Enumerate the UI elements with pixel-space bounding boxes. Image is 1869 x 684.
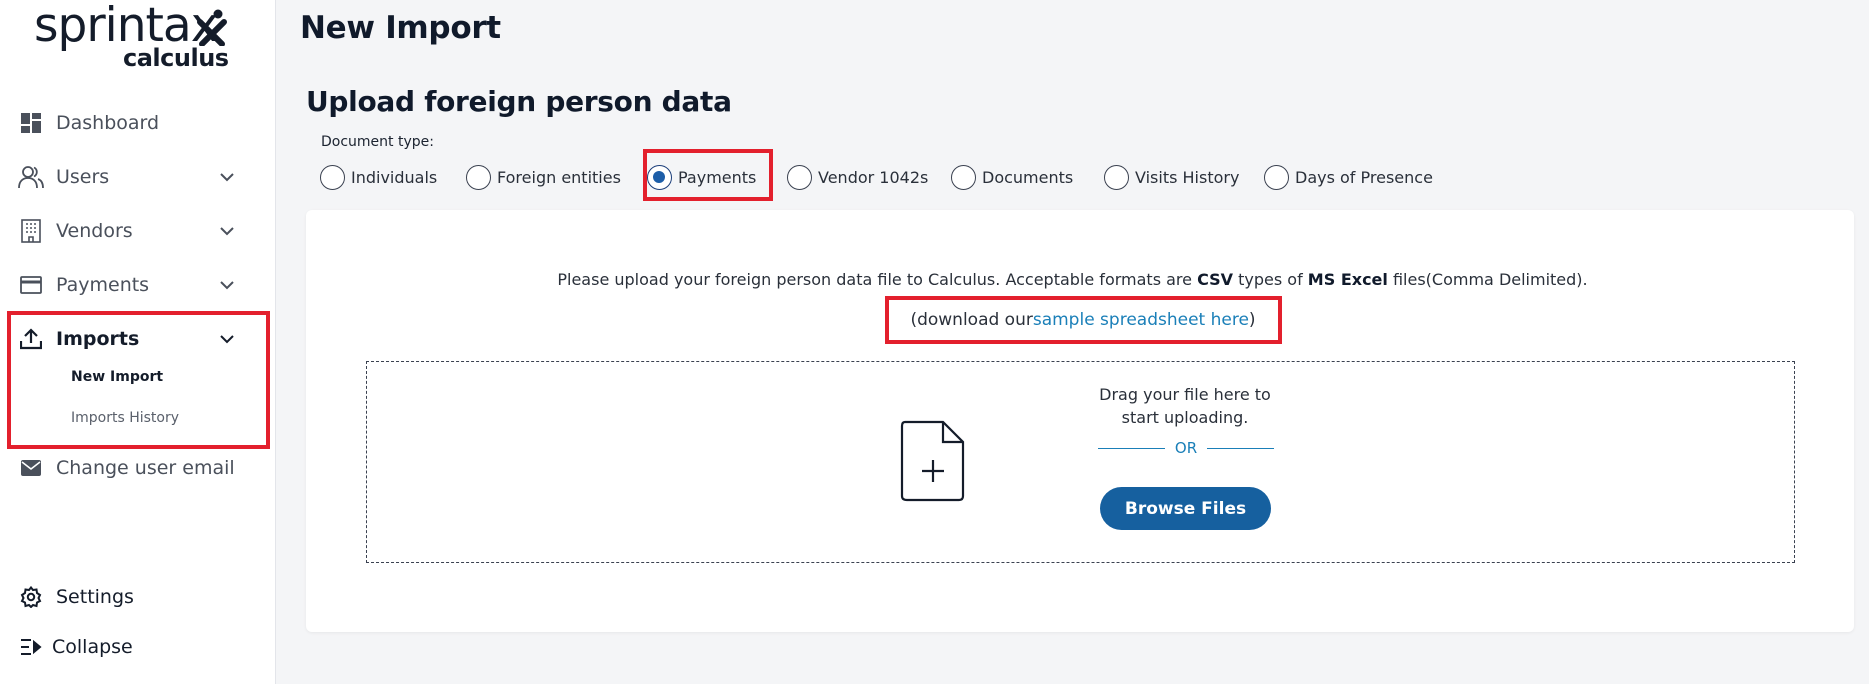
page-title: New Import (300, 10, 501, 46)
radio-button[interactable] (1264, 164, 1289, 190)
sidebar-item-label: Users (56, 166, 110, 188)
radio-label: Individuals (351, 167, 438, 187)
chevron-down-icon[interactable] (218, 276, 236, 294)
chevron-down-icon[interactable] (218, 222, 236, 240)
dashboard-icon (18, 110, 44, 136)
sidebar-item-label: Payments (56, 274, 150, 296)
logo-wordmark: sprintax (34, 0, 219, 53)
upload-icon (18, 326, 44, 352)
radio-label: Visits History (1135, 167, 1240, 187)
chevron-down-icon[interactable] (218, 330, 236, 348)
sidebar-item-imports[interactable]: Imports (18, 317, 258, 361)
radio-button[interactable] (951, 164, 976, 190)
sidebar-item-payments[interactable]: Payments (18, 263, 258, 307)
sample-spreadsheet-link[interactable]: sample spreadsheet here (1033, 310, 1249, 330)
sidebar-item-vendors[interactable]: Vendors (18, 209, 258, 253)
sidebar-subitem-imports-history[interactable]: Imports History (71, 410, 179, 426)
sidebar-item-label: Settings (56, 586, 134, 608)
download-prefix: (download our (910, 310, 1033, 330)
instructions-format: CSV (1197, 270, 1234, 289)
gear-icon (18, 584, 44, 610)
radio-button[interactable] (320, 164, 345, 190)
add-file-icon (900, 420, 965, 502)
radio-foreign-entities[interactable]: Foreign entities (466, 162, 621, 192)
radio-days-of-presence[interactable]: Days of Presence (1264, 162, 1433, 192)
divider-line (1098, 447, 1165, 449)
instructions-mid: types of (1233, 270, 1308, 289)
logo-product-name: calculus (123, 44, 229, 72)
radio-payments[interactable]: Payments (647, 162, 756, 192)
radio-label: Vendor 1042s (818, 167, 929, 187)
sidebar-item-label: Imports (56, 328, 140, 350)
radio-documents[interactable]: Documents (951, 162, 1073, 192)
sidebar-item-collapse[interactable]: Collapse (18, 625, 258, 669)
or-label: OR (1174, 439, 1198, 457)
radio-label: Days of Presence (1295, 167, 1433, 187)
logo-figure-icon (197, 9, 227, 46)
sidebar-item-settings[interactable]: Settings (18, 575, 258, 619)
building-icon (18, 218, 44, 244)
browse-files-button[interactable]: Browse Files (1100, 487, 1271, 530)
upload-instructions: Please upload your foreign person data f… (276, 270, 1869, 289)
sidebar-item-change-user-email[interactable]: Change user email (18, 446, 258, 490)
radio-button-selected[interactable] (647, 164, 672, 190)
radio-button[interactable] (1104, 164, 1129, 190)
radio-button[interactable] (466, 164, 491, 190)
radio-label: Foreign entities (497, 167, 621, 187)
radio-label: Documents (982, 167, 1074, 187)
section-title: Upload foreign person data (306, 85, 732, 118)
sidebar-item-dashboard[interactable]: Dashboard (18, 101, 258, 145)
radio-visits-history[interactable]: Visits History (1104, 162, 1239, 192)
radio-label: Payments (678, 167, 757, 187)
document-type-label: Document type: (321, 134, 434, 150)
collapse-icon (18, 634, 44, 660)
or-divider: OR (1098, 438, 1275, 458)
sidebar-item-label: Vendors (56, 220, 133, 242)
drag-drop-text: Drag your file here to start uploading. (1099, 385, 1271, 427)
divider-line (1207, 447, 1275, 449)
sidebar-item-label: Collapse (52, 636, 133, 658)
download-suffix: ) (1248, 310, 1256, 330)
sidebar-item-users[interactable]: Users (18, 155, 258, 199)
chevron-down-icon[interactable] (218, 168, 236, 186)
radio-button[interactable] (787, 164, 812, 190)
instructions-app: MS Excel (1307, 270, 1388, 289)
sprintax-logo[interactable]: sprintax calculus (34, 0, 234, 76)
instructions-suffix: files(Comma Delimited). (1387, 270, 1588, 289)
users-icon (18, 164, 44, 190)
credit-card-icon (18, 272, 44, 298)
instructions-prefix: Please upload your foreign person data f… (557, 270, 1198, 289)
sidebar-item-label: Change user email (56, 457, 235, 479)
download-sample-line: (download our sample spreadsheet here) (886, 297, 1280, 343)
sidebar-subitem-new-import[interactable]: New Import (71, 369, 163, 385)
radio-individuals[interactable]: Individuals (320, 162, 437, 192)
radio-vendor-1042s[interactable]: Vendor 1042s (787, 162, 928, 192)
envelope-icon (18, 455, 44, 481)
sidebar: sprintax calculus Dashboard Users Vendor… (0, 0, 276, 684)
sidebar-item-label: Dashboard (56, 112, 160, 134)
